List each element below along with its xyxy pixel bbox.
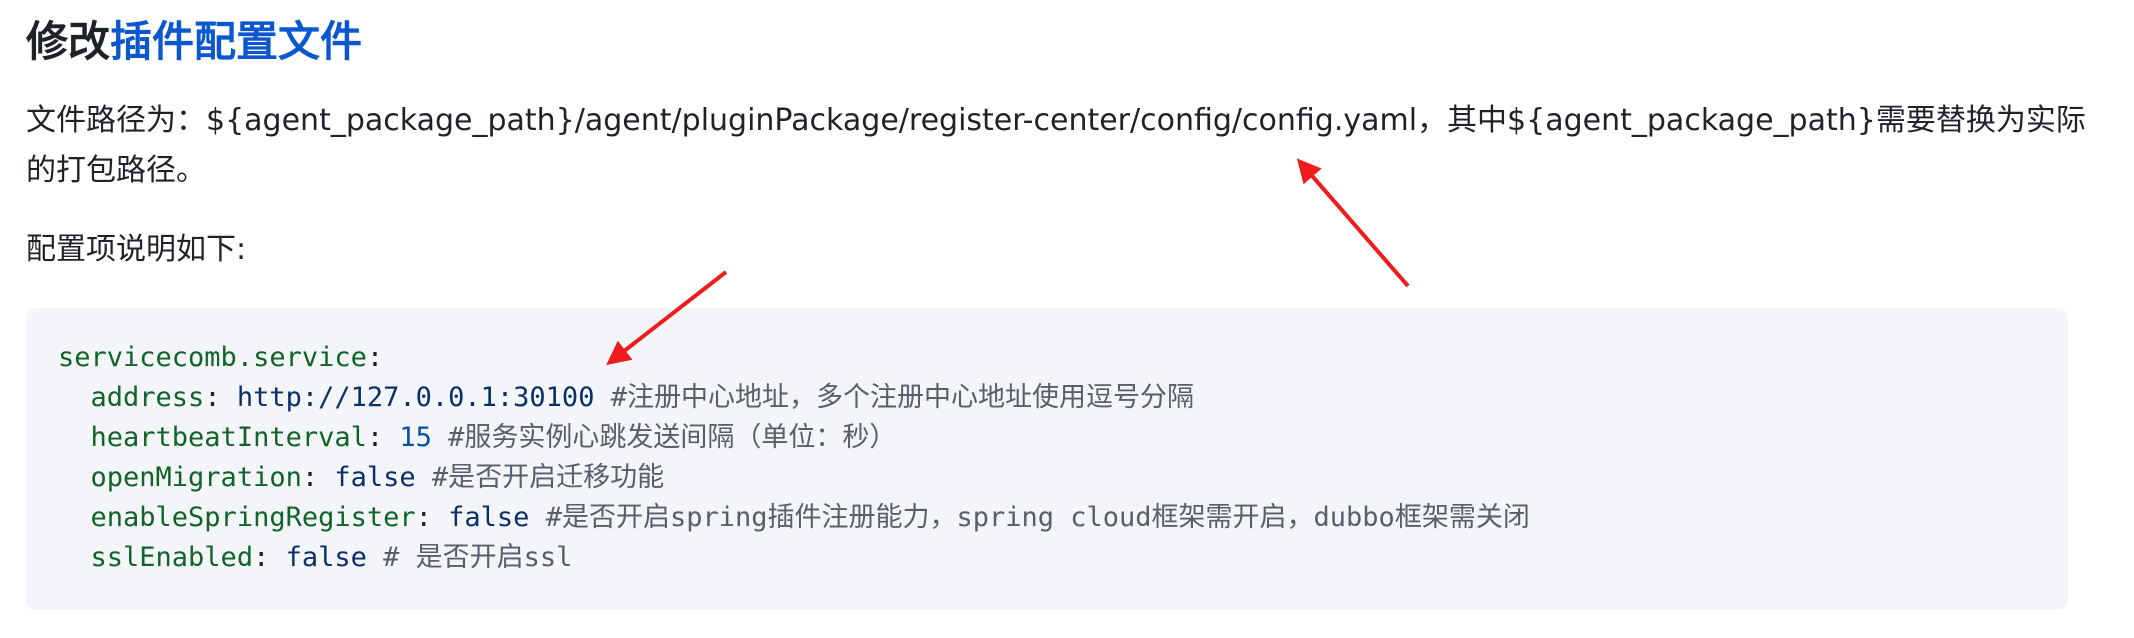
yaml-key: heartbeatInterval xyxy=(90,422,367,453)
yaml-key: servicecomb.service xyxy=(58,342,367,373)
code-line-heartbeat: heartbeatInterval: 15 #服务实例心跳发送间隔（单位：秒） xyxy=(90,422,897,453)
yaml-comment: #注册中心地址，多个注册中心地址使用逗号分隔 xyxy=(610,382,1194,413)
yaml-value: false xyxy=(448,502,530,533)
yaml-key: enableSpringRegister xyxy=(90,502,416,533)
config-path-paragraph: 文件路径为：${agent_package_path}/agent/plugin… xyxy=(26,103,2086,188)
code-line-address: address: http://127.0.0.1:30100 #注册中心地址，… xyxy=(90,382,1194,413)
yaml-key: openMigration xyxy=(90,462,302,493)
plugin-config-file-link[interactable]: 插件配置文件 xyxy=(110,17,362,66)
yaml-code-block: servicecomb.service: address: http://127… xyxy=(26,308,2068,610)
code-line-enable-spring: enableSpringRegister: false #是否开启spring插… xyxy=(90,502,1530,533)
yaml-value: false xyxy=(285,542,367,573)
yaml-comment: #是否开启spring插件注册能力，spring cloud框架需开启，dubb… xyxy=(545,502,1530,533)
yaml-comment: #服务实例心跳发送间隔（单位：秒） xyxy=(448,422,897,453)
yaml-value: false xyxy=(334,462,416,493)
config-items-intro: 配置项说明如下: xyxy=(26,232,247,267)
code-line-open-migration: openMigration: false #是否开启迁移功能 xyxy=(90,462,665,493)
yaml-value: http://127.0.0.1:30100 xyxy=(236,382,595,413)
yaml-comment: #是否开启迁移功能 xyxy=(431,462,665,493)
yaml-key: sslEnabled xyxy=(90,542,254,573)
code-line-root: servicecomb.service: xyxy=(58,342,384,373)
code-line-ssl: sslEnabled: false # 是否开启ssl xyxy=(90,542,573,573)
yaml-key: address xyxy=(90,382,205,413)
heading-prefix: 修改 xyxy=(26,17,111,66)
yaml-value: 15 xyxy=(399,422,432,453)
section-heading: 修改插件配置文件 xyxy=(26,14,362,70)
yaml-comment: # 是否开启ssl xyxy=(383,542,573,573)
